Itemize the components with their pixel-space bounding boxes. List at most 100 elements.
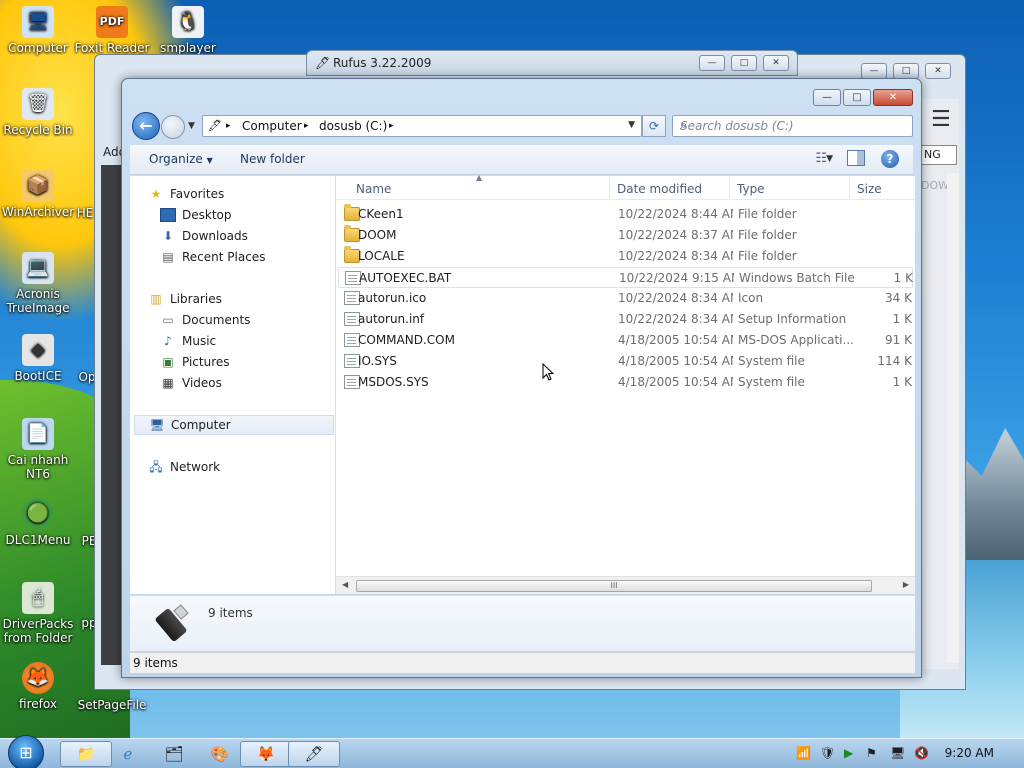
nav-favorites[interactable]: ★ Favorites bbox=[148, 184, 225, 204]
desktop-icon-dlc1menu[interactable]: 🟢 DLC1Menu bbox=[0, 498, 76, 547]
file-row[interactable]: COMMAND.COM 4/18/2005 10:54 AM MS-DOS Appl… bbox=[338, 330, 913, 351]
desktop-icon-computer[interactable]: 🖥 Computer bbox=[0, 6, 76, 55]
history-dropdown-icon[interactable]: ▼ bbox=[188, 121, 195, 131]
start-button[interactable]: ⊞ bbox=[8, 735, 44, 768]
taskbar-ie[interactable]: ℯ bbox=[102, 741, 154, 767]
desktop-icon-foxit-reader[interactable]: PDF Foxit Reader bbox=[74, 6, 150, 55]
horizontal-scrollbar[interactable]: ◀ III ▶ bbox=[336, 576, 915, 594]
file-row[interactable]: MSDOS.SYS 4/18/2005 10:54 AM System file 1 … bbox=[338, 372, 913, 393]
tray-play-icon[interactable]: ▶ bbox=[844, 746, 853, 760]
file-name: LOCALE bbox=[358, 249, 405, 263]
breadcrumb-separator[interactable]: ▸ bbox=[226, 121, 231, 131]
view-dropdown-icon[interactable]: ▼ bbox=[826, 154, 833, 164]
refresh-button[interactable]: ⟳ bbox=[642, 115, 666, 137]
file-name: COMMAND.COM bbox=[358, 333, 455, 347]
nav-pictures[interactable]: ▣ Pictures bbox=[160, 352, 229, 372]
desktop-icon-firefox[interactable]: 🦊 firefox bbox=[0, 662, 76, 711]
back-button[interactable]: ← bbox=[132, 112, 160, 140]
file-size: 34 K bbox=[885, 291, 912, 305]
nav-downloads[interactable]: ⬇ Downloads bbox=[160, 226, 248, 246]
taskbar-firefox[interactable]: 🦊 bbox=[240, 741, 292, 767]
bg-maximize-button[interactable]: □ bbox=[893, 63, 919, 79]
forward-button[interactable] bbox=[161, 115, 185, 139]
file-row[interactable]: IO.SYS 4/18/2005 10:54 AM System file 114 K bbox=[338, 351, 913, 372]
rufus-window-titlebar[interactable]: 🖊 Rufus 3.22.2009 — □ ✕ bbox=[306, 50, 798, 76]
desktop-icon-driverpacks[interactable]: 🖱 DriverPacks from Folder bbox=[0, 582, 76, 645]
file-size: 1 K bbox=[892, 375, 912, 389]
desktop-icon-winarchiver[interactable]: 📦 WinArchiver bbox=[0, 170, 76, 219]
window-controls: — □ ✕ bbox=[813, 89, 913, 106]
scrollbar-thumb[interactable]: III bbox=[356, 580, 872, 592]
column-name[interactable]: Name bbox=[356, 182, 391, 196]
desktop-icon-smplayer[interactable]: 🐧 smplayer bbox=[150, 6, 226, 55]
breadcrumb-separator[interactable]: ▸ bbox=[389, 121, 394, 131]
tray-monitor-icon[interactable]: 🖥 bbox=[890, 746, 905, 760]
taskbar-rufus[interactable]: 🖊 bbox=[288, 741, 340, 767]
sort-ascending-icon: ▲ bbox=[476, 173, 483, 182]
taskbar: ⊞ 📁 ℯ 🗂 🎨 🦊 🖊 📶 🛡 ▶ ⚑ 🖥 🔇 9:20 AM bbox=[0, 735, 1024, 768]
desktop-icon-setpagefile[interactable]: SetPageFile bbox=[74, 698, 150, 712]
breadcrumb-separator[interactable]: ▸ bbox=[304, 121, 309, 131]
nav-libraries[interactable]: ▥ Libraries bbox=[148, 289, 222, 309]
taskbar-app[interactable]: 🗂 bbox=[148, 741, 200, 767]
column-size[interactable]: Size bbox=[857, 182, 882, 196]
new-folder-button[interactable]: New folder bbox=[240, 152, 305, 166]
nav-recent-places[interactable]: ▤ Recent Places bbox=[160, 247, 265, 267]
column-divider[interactable] bbox=[609, 178, 610, 198]
file-row[interactable]: AUTOEXEC.BAT 10/22/2024 9:15 AM Windows Ba… bbox=[338, 267, 913, 288]
help-icon[interactable]: ? bbox=[881, 150, 899, 168]
recycle-bin-icon: 🗑 bbox=[22, 88, 54, 120]
file-name: AUTOEXEC.BAT bbox=[359, 271, 452, 285]
rufus-close-button[interactable]: ✕ bbox=[763, 55, 789, 71]
column-type[interactable]: Type bbox=[737, 182, 765, 196]
search-input[interactable]: Search dosusb (C:) ⌕ bbox=[672, 115, 913, 137]
breadcrumb-computer[interactable]: Computer bbox=[242, 119, 302, 133]
close-button[interactable]: ✕ bbox=[873, 89, 913, 106]
scroll-right-icon[interactable]: ▶ bbox=[903, 580, 909, 589]
background-scrollbar[interactable] bbox=[947, 173, 959, 663]
nav-desktop[interactable]: Desktop bbox=[160, 205, 232, 225]
address-bar[interactable]: 🖊 ▸ Computer ▸ dosusb (C:) ▸ ▼ bbox=[202, 115, 642, 137]
nav-music[interactable]: ♪ Music bbox=[160, 331, 216, 351]
desktop-icon-recycle-bin[interactable]: 🗑 Recycle Bin bbox=[0, 88, 76, 137]
column-divider[interactable] bbox=[729, 178, 730, 198]
desktop-icon-bootice[interactable]: ◆ BootICE bbox=[0, 334, 76, 383]
bg-minimize-button[interactable]: — bbox=[861, 63, 887, 79]
bg-close-button[interactable]: ✕ bbox=[925, 63, 951, 79]
taskbar-paint[interactable]: 🎨 bbox=[194, 741, 246, 767]
file-row[interactable]: autorun.ico 10/22/2024 8:34 AM Icon 34 K bbox=[338, 288, 913, 309]
address-dropdown-icon[interactable]: ▼ bbox=[628, 120, 635, 130]
column-divider[interactable] bbox=[849, 178, 850, 198]
rufus-maximize-button[interactable]: □ bbox=[731, 55, 757, 71]
tray-volume-muted-icon[interactable]: 🔇 bbox=[914, 746, 929, 760]
nav-videos[interactable]: ▦ Videos bbox=[160, 373, 222, 393]
file-row[interactable]: LOCALE 10/22/2024 8:34 AM File folder bbox=[338, 246, 913, 267]
breadcrumb-dosusb[interactable]: dosusb (C:) bbox=[319, 119, 387, 133]
nav-network[interactable]: 🖧 Network bbox=[148, 457, 220, 477]
taskbar-clock[interactable]: 9:20 AM bbox=[945, 746, 994, 760]
column-date-modified[interactable]: Date modified bbox=[617, 182, 702, 196]
usb-drive-icon: 🖊 bbox=[304, 745, 324, 763]
hamburger-icon[interactable]: ☰ bbox=[931, 107, 951, 132]
scroll-left-icon[interactable]: ◀ bbox=[342, 580, 348, 589]
videos-icon: ▦ bbox=[162, 376, 174, 390]
star-icon: ★ bbox=[150, 187, 162, 201]
file-row[interactable]: autorun.inf 10/22/2024 8:34 AM Setup Infor… bbox=[338, 309, 913, 330]
search-icon[interactable]: ⌕ bbox=[680, 118, 907, 133]
tray-flag-icon[interactable]: ⚑ bbox=[866, 746, 877, 760]
preview-pane-icon[interactable] bbox=[847, 150, 865, 166]
background-dropdown[interactable]: NG bbox=[921, 145, 957, 165]
organize-button[interactable]: Organize ▼ bbox=[149, 152, 213, 166]
tray-shield-icon[interactable]: 🛡 bbox=[820, 746, 835, 760]
file-date-modified: 10/22/2024 8:37 AM bbox=[618, 228, 733, 242]
file-row[interactable]: CKeen1 10/22/2024 8:44 AM File folder bbox=[338, 204, 913, 225]
desktop-icon-cai-nhanh[interactable]: 📄 Cai nhanh NT6 bbox=[0, 418, 76, 481]
rufus-minimize-button[interactable]: — bbox=[699, 55, 725, 71]
nav-documents[interactable]: ▭ Documents bbox=[160, 310, 250, 330]
file-row[interactable]: DOOM 10/22/2024 8:37 AM File folder bbox=[338, 225, 913, 246]
tray-network-icon[interactable]: 📶 bbox=[796, 746, 811, 760]
maximize-button[interactable]: □ bbox=[843, 89, 871, 106]
desktop-icon-acronis[interactable]: 💻 Acronis TrueImage bbox=[0, 252, 76, 315]
minimize-button[interactable]: — bbox=[813, 89, 841, 106]
nav-computer[interactable]: 🖥 Computer bbox=[134, 415, 334, 435]
